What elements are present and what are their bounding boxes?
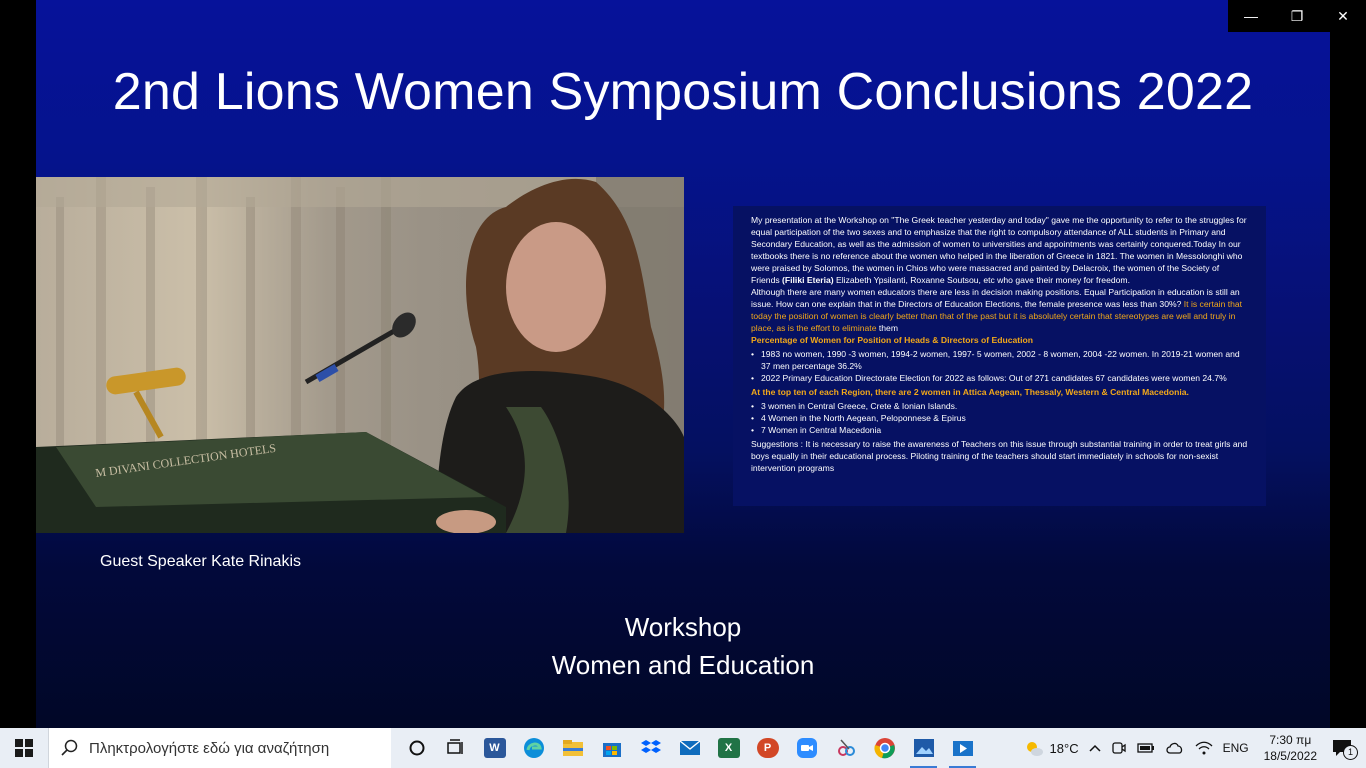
word-icon: W (483, 738, 506, 758)
list-item: 3 women in Central Greece, Crete & Ionia… (751, 400, 1248, 412)
taskbar-app-powerpoint[interactable]: P (748, 728, 787, 768)
chevron-up-icon (1089, 744, 1101, 752)
photos-icon (913, 739, 934, 757)
excel-icon: X (717, 738, 740, 758)
meet-now-button[interactable] (1106, 728, 1132, 768)
chrome-icon (873, 738, 895, 759)
task-view-icon (446, 739, 463, 754)
slide: 2nd Lions Women Symposium Conclusions 20… (36, 0, 1330, 728)
movies-icon (952, 741, 973, 756)
zoom-icon (796, 738, 817, 758)
window-controls: — ❐ ✕ (1228, 0, 1366, 32)
weather-sun-cloud-icon (1026, 742, 1043, 756)
list-item: 7 Women in Central Macedonia (751, 424, 1248, 436)
taskbar: Πληκτρολογήστε εδώ για αναζήτηση W X P 1… (0, 728, 1366, 768)
speaker-photo-illustration: M DIVANI COLLECTION HOTELS (36, 177, 684, 533)
wifi-button[interactable] (1190, 728, 1218, 768)
workshop-title: Workshop Women and Education (36, 608, 1330, 684)
cortana-icon (409, 740, 424, 756)
taskbar-app-photos[interactable] (904, 728, 943, 768)
panel-heading-1: Percentage of Women for Position of Head… (751, 335, 1034, 345)
notification-center-button[interactable]: 1 (1327, 728, 1366, 768)
clock[interactable]: 7:30 πμ 18/5/2022 (1254, 732, 1327, 764)
taskbar-app-file-explorer[interactable] (553, 728, 592, 768)
slide-title: 2nd Lions Women Symposium Conclusions 20… (112, 63, 1254, 121)
start-button[interactable] (0, 728, 48, 768)
store-icon (602, 743, 621, 757)
file-explorer-icon (562, 740, 583, 756)
camera-icon (1111, 742, 1126, 754)
temperature-label: 18°C (1049, 740, 1079, 756)
onedrive-button[interactable] (1160, 728, 1190, 768)
search-icon (61, 739, 78, 756)
panel-suggestions: Suggestions : It is necessary to raise t… (751, 439, 1248, 473)
snip-icon (837, 739, 855, 756)
speaker-caption: Guest Speaker Kate Rinakis (100, 553, 301, 570)
taskbar-app-word[interactable]: W (475, 728, 514, 768)
cortana-button[interactable] (397, 728, 436, 768)
dropbox-icon (640, 740, 661, 753)
taskbar-search-box[interactable]: Πληκτρολογήστε εδώ για αναζήτηση (48, 728, 391, 768)
workshop-line-2: Women and Education (551, 650, 815, 680)
taskbar-app-mail[interactable] (670, 728, 709, 768)
battery-button[interactable] (1132, 728, 1160, 768)
panel-heading-2: At the top ten of each Region, there are… (751, 387, 1189, 397)
clock-time: 7:30 πμ (1269, 733, 1312, 747)
taskbar-app-dropbox[interactable] (631, 728, 670, 768)
speaker-photo: M DIVANI COLLECTION HOTELS (36, 177, 684, 533)
system-tray: 18°C ENG 7:30 πμ 18/5/2022 1 (1019, 728, 1366, 768)
taskbar-app-excel[interactable]: X (709, 728, 748, 768)
task-view-button[interactable] (436, 728, 475, 768)
wifi-icon (1195, 741, 1213, 755)
edge-icon (523, 738, 544, 758)
weather-widget[interactable]: 18°C (1019, 728, 1084, 768)
powerpoint-icon: P (756, 738, 779, 758)
minimize-button[interactable]: — (1228, 0, 1274, 32)
panel-paragraph-2: Although there are many women educators … (751, 287, 1243, 333)
notification-badge: 1 (1343, 745, 1358, 760)
panel-list-1: 1983 no women, 1990 -3 women, 1994-2 wom… (751, 348, 1248, 384)
close-button[interactable]: ✕ (1320, 0, 1366, 32)
list-item: 2022 Primary Education Directorate Elect… (751, 372, 1248, 384)
taskbar-app-edge[interactable] (514, 728, 553, 768)
show-hidden-icons-button[interactable] (1084, 728, 1106, 768)
restore-button[interactable]: ❐ (1274, 0, 1320, 32)
cloud-icon (1165, 742, 1182, 754)
list-item: 1983 no women, 1990 -3 women, 1994-2 wom… (751, 348, 1248, 372)
taskbar-app-movies[interactable] (943, 728, 982, 768)
language-indicator[interactable]: ENG (1218, 728, 1254, 768)
list-item: 4 Women in the North Aegean, Peloponnese… (751, 412, 1248, 424)
taskbar-app-chrome[interactable] (865, 728, 904, 768)
search-placeholder: Πληκτρολογήστε εδώ για αναζήτηση (89, 739, 330, 757)
battery-icon (1136, 743, 1154, 753)
panel-list-2: 3 women in Central Greece, Crete & Ionia… (751, 400, 1248, 436)
clock-date: 18/5/2022 (1263, 749, 1317, 763)
taskbar-app-zoom[interactable] (787, 728, 826, 768)
workshop-line-1: Workshop (624, 612, 742, 642)
panel-paragraph-1: My presentation at the Workshop on "The … (751, 215, 1247, 285)
text-panel: My presentation at the Workshop on "The … (733, 206, 1266, 506)
mail-icon (679, 740, 700, 755)
taskbar-app-store[interactable] (592, 728, 631, 768)
windows-logo-icon (15, 739, 33, 757)
taskbar-app-snip[interactable] (826, 728, 865, 768)
